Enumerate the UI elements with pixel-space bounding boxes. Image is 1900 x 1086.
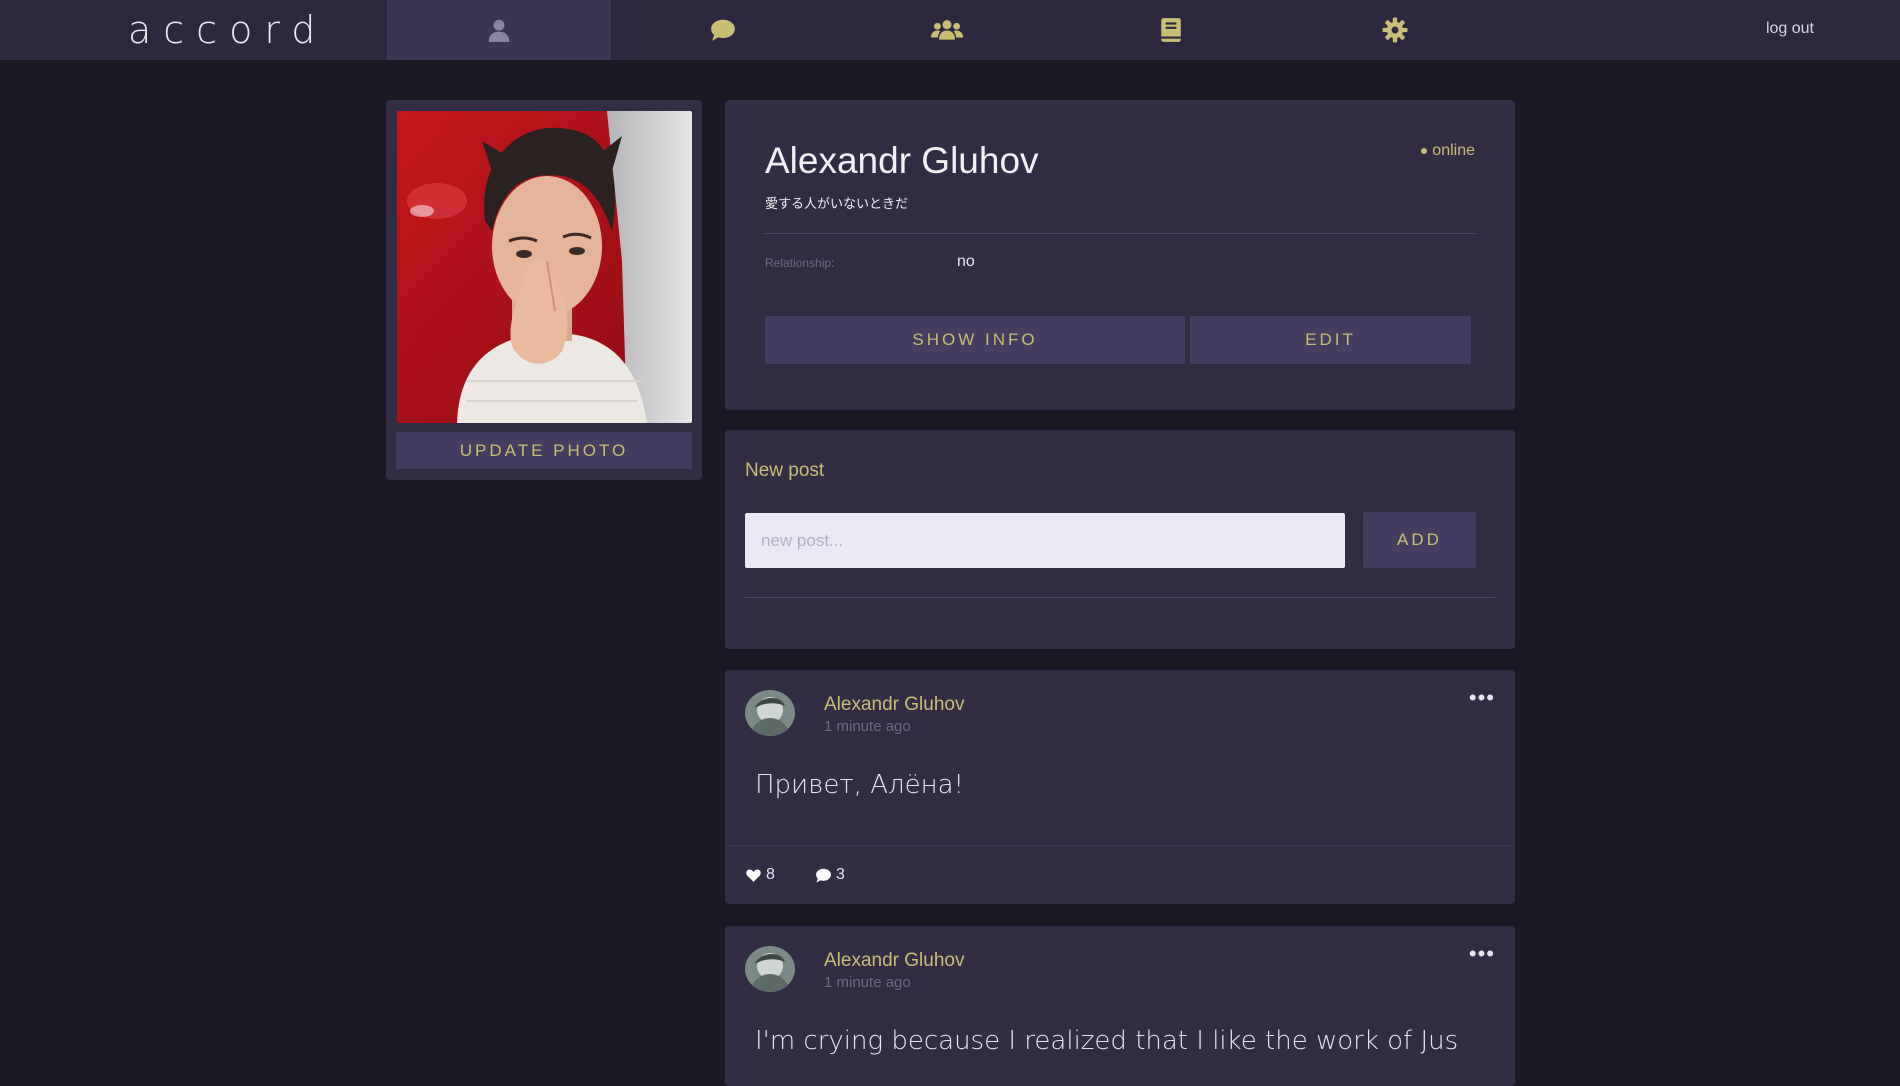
profile-status: 愛する人がいないときだ: [765, 197, 909, 212]
post-time: 1 minute ago: [824, 974, 911, 991]
new-post-input[interactable]: [745, 513, 1345, 568]
comment-count: 3: [836, 866, 845, 883]
user-icon: [488, 19, 510, 42]
author-avatar[interactable]: [745, 690, 795, 736]
online-indicator: online: [1421, 142, 1475, 160]
post-author[interactable]: Alexandr Gluhov: [824, 950, 964, 972]
profile-info-card: Alexandr Gluhov 愛する人がいないときだ online Relat…: [725, 100, 1515, 410]
new-post-title: New post: [745, 460, 825, 481]
update-photo-button[interactable]: UPDATE PHOTO: [396, 432, 692, 469]
users-icon: [931, 20, 963, 40]
online-dot-icon: [1421, 147, 1428, 154]
top-navigation-bar: accord log out: [0, 0, 1900, 60]
post-time: 1 minute ago: [824, 718, 911, 735]
show-info-button[interactable]: SHOW INFO: [765, 316, 1185, 364]
book-icon: [1161, 18, 1181, 42]
chat-icon: [711, 19, 735, 41]
online-label: online: [1432, 142, 1475, 159]
author-avatar[interactable]: [745, 946, 795, 992]
post-menu-button[interactable]: •••: [1469, 943, 1495, 965]
post-text: Привет, Алёна!: [755, 770, 964, 800]
profile-name: Alexandr Gluhov: [765, 140, 1039, 181]
add-post-button[interactable]: ADD: [1363, 512, 1476, 568]
divider: [765, 233, 1475, 234]
post-divider: [725, 845, 1515, 846]
like-button[interactable]: 8: [745, 866, 775, 884]
profile-photo-card: UPDATE PHOTO: [386, 100, 702, 480]
post-author[interactable]: Alexandr Gluhov: [824, 694, 964, 716]
profile-photo: [397, 111, 692, 423]
comment-icon: [816, 868, 831, 883]
post-card: Alexandr Gluhov 1 minute ago ••• Привет,…: [725, 670, 1515, 904]
nav-tab-notes[interactable]: [1059, 0, 1283, 60]
heart-icon: [746, 868, 761, 882]
divider: [745, 597, 1495, 598]
nav-tab-messages[interactable]: [611, 0, 835, 60]
comment-button[interactable]: 3: [815, 866, 845, 884]
post-menu-button[interactable]: •••: [1469, 687, 1495, 709]
post-text: I'm crying because I realized that I lik…: [755, 1026, 1459, 1056]
gear-icon: [1382, 17, 1408, 43]
new-post-card: New post ADD: [725, 430, 1515, 649]
nav-tab-settings[interactable]: [1283, 0, 1507, 60]
nav-tab-friends[interactable]: [835, 0, 1059, 60]
relationship-label: Relationship:: [765, 256, 835, 270]
like-count: 8: [766, 866, 775, 883]
edit-profile-button[interactable]: EDIT: [1190, 316, 1471, 364]
app-logo[interactable]: accord: [128, 8, 327, 52]
nav-tab-profile[interactable]: [387, 0, 611, 60]
relationship-value: no: [957, 253, 975, 270]
logout-link[interactable]: log out: [1766, 20, 1814, 38]
post-card: Alexandr Gluhov 1 minute ago ••• I'm cry…: [725, 926, 1515, 1086]
